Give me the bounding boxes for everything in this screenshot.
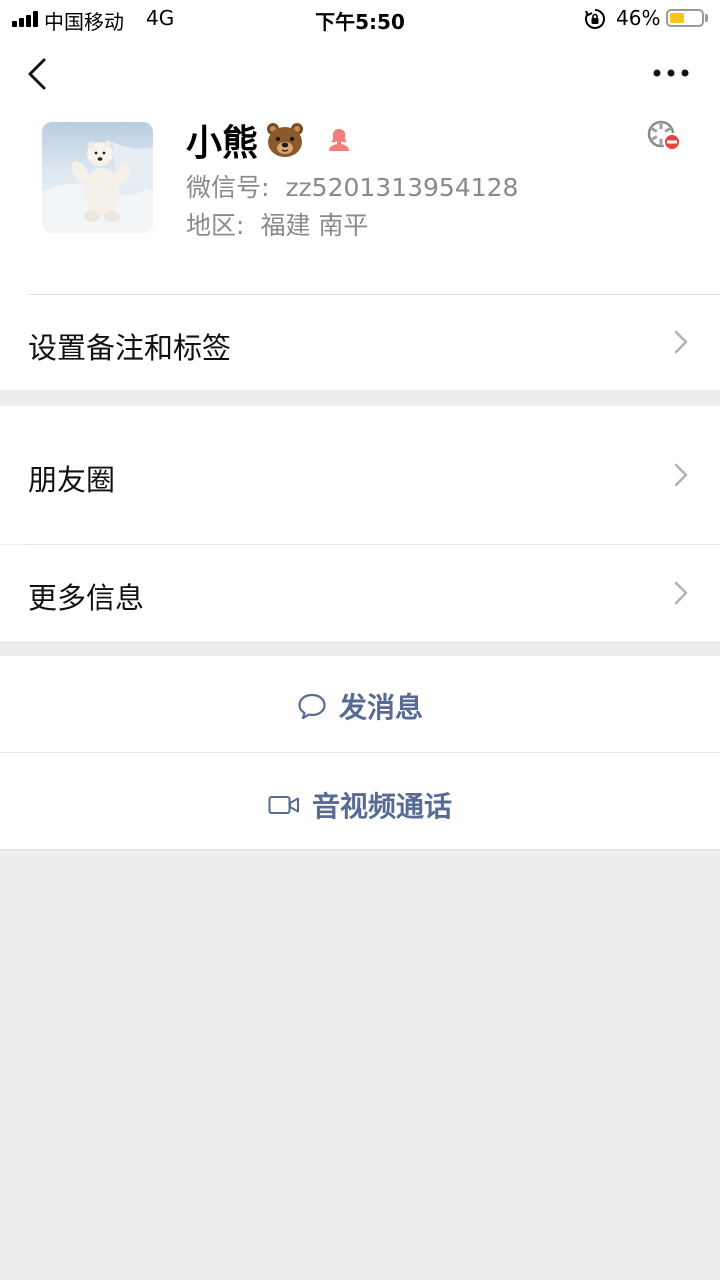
battery-icon [666, 9, 704, 27]
avatar[interactable] [42, 122, 153, 233]
wechat-id-label: 微信号: [186, 173, 270, 202]
status-bar: 中国移动 4G 下午5:50 46% [0, 0, 720, 38]
contact-name: 小熊 [186, 123, 259, 164]
rotation-lock-icon [585, 9, 605, 29]
more-info-row[interactable]: 更多信息 [0, 545, 720, 641]
name-row: 小熊 [186, 114, 352, 164]
moments-label: 朋友圈 [28, 463, 116, 497]
chevron-right-icon [674, 463, 688, 487]
chevron-right-icon [674, 330, 688, 354]
wechat-id: 微信号: zz5201313954128 [186, 168, 518, 204]
region-value: 福建 南平 [260, 211, 369, 240]
video-camera-icon [268, 796, 299, 814]
battery-percent: 46% [616, 6, 661, 30]
more-info-label: 更多信息 [28, 581, 145, 615]
chat-bubble-icon [298, 693, 326, 720]
av-call-label: 音视频通话 [311, 790, 452, 823]
wechat-id-value: zz5201313954128 [285, 173, 519, 202]
send-message-button[interactable]: 发消息 [0, 656, 720, 752]
region-label: 地区: [186, 211, 245, 240]
send-message-label: 发消息 [338, 691, 423, 724]
more-options-button[interactable] [648, 60, 694, 86]
battery-tip [705, 14, 708, 22]
remark-tags-label: 设置备注和标签 [28, 331, 232, 365]
bottom-divider [0, 849, 720, 850]
moments-row[interactable]: 朋友圈 [0, 406, 720, 544]
bear-face-icon [267, 123, 304, 157]
moments-blocked-icon [647, 120, 681, 151]
av-call-button[interactable]: 音视频通话 [0, 753, 720, 849]
region: 地区: 福建 南平 [186, 206, 368, 242]
remark-tags-row[interactable]: 设置备注和标签 [0, 295, 720, 390]
status-time: 下午5:50 [315, 10, 405, 34]
profile-header: 小熊 微信号: zz5201313954128 地区: 福建 南平 设置备注和标… [0, 38, 720, 390]
back-button[interactable] [20, 56, 56, 92]
female-icon [329, 129, 350, 151]
contact-profile-page: 中国移动 4G 下午5:50 46% 小熊 微信号: zz52013139541… [0, 0, 720, 1280]
battery-level-fill [670, 13, 684, 23]
chevron-right-icon [674, 581, 688, 605]
